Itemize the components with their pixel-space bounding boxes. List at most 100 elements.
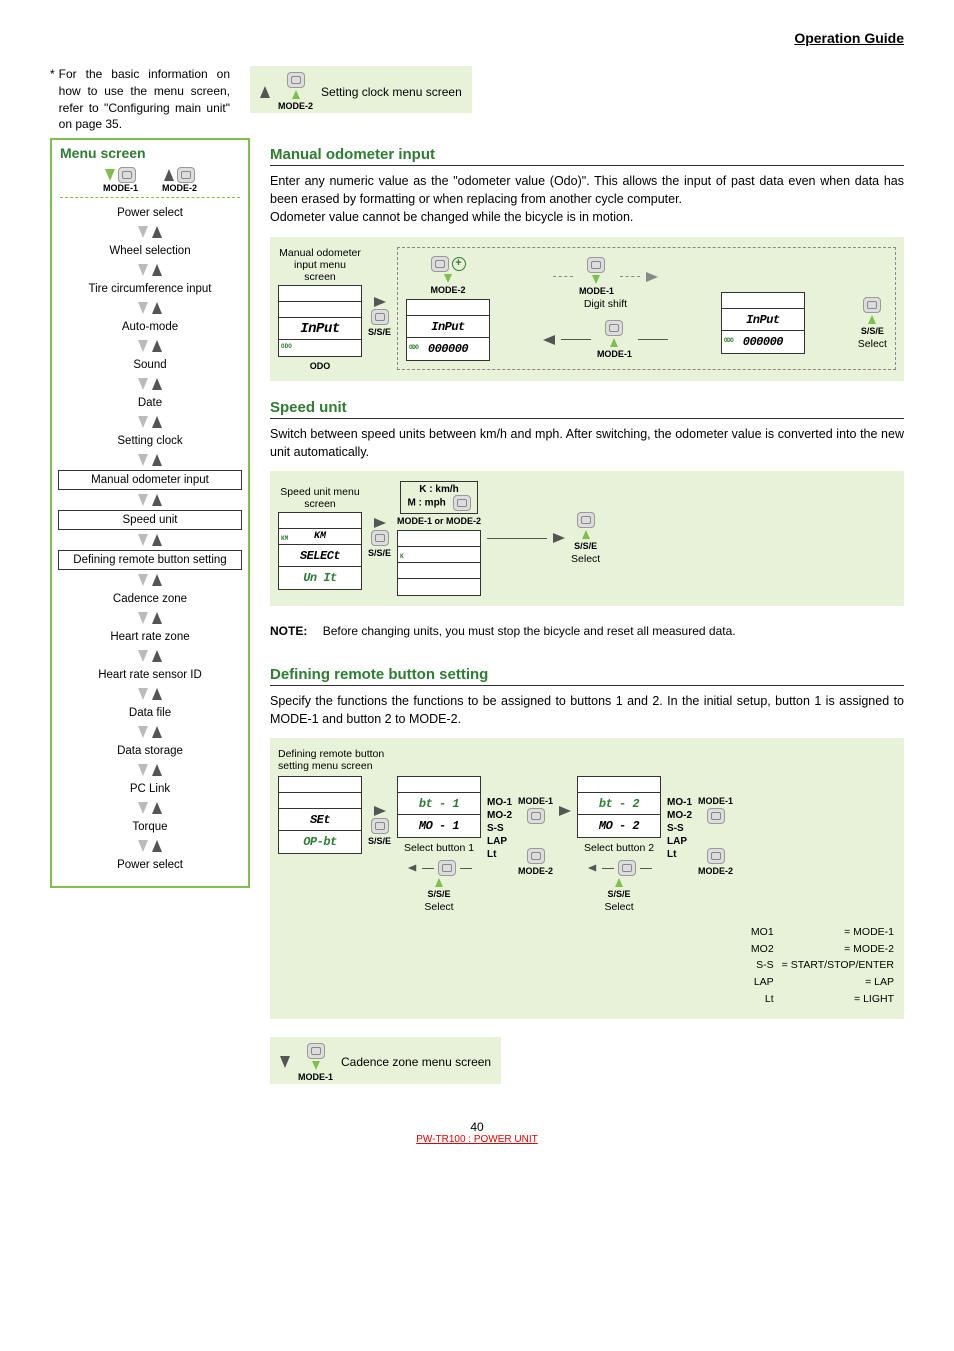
- arrow-right-icon: [646, 272, 658, 282]
- legend-key: Lt: [751, 992, 780, 1007]
- legend-key: S-S: [751, 958, 780, 973]
- sidebar-item: PC Link: [58, 780, 242, 798]
- mode12-label: MODE-1 or MODE-2: [397, 516, 481, 526]
- sse-label: S/S/E: [368, 548, 391, 558]
- nav-arrows: [56, 840, 244, 852]
- button-icon: [118, 167, 136, 183]
- lcd-screen: SEt OP-bt: [278, 776, 362, 854]
- sse-label: S/S/E: [428, 889, 451, 899]
- asterisk: *: [50, 66, 55, 133]
- button-icon: [863, 297, 881, 313]
- button-icon: [605, 320, 623, 336]
- arrow-left-icon: [543, 335, 555, 345]
- arrow-right-icon: [559, 806, 571, 816]
- kmh-label: K : km/h: [419, 484, 458, 495]
- mode1-label: MODE-1: [597, 349, 632, 359]
- remote-menu-label: Defining remote button setting menu scre…: [278, 748, 398, 772]
- lcd-text: bt - 1: [419, 797, 459, 811]
- legend-val: = MODE-1: [782, 925, 894, 940]
- legend-val: = MODE-2: [782, 942, 894, 957]
- nav-arrows: [56, 802, 244, 814]
- nav-arrows: [56, 340, 244, 352]
- note-label: NOTE:: [270, 624, 307, 638]
- sidebar-item: Power select: [58, 856, 242, 874]
- basic-note-text: For the basic information on how to use …: [59, 66, 230, 133]
- odo-label: ODO: [278, 361, 362, 371]
- options-list-2: MO-1 MO-2 S-S LAP Lt: [667, 796, 692, 861]
- sse-label: S/S/E: [861, 326, 884, 336]
- sidebar-item: Power select: [58, 204, 242, 222]
- lcd-text: SELECt: [300, 549, 340, 563]
- button-icon: [587, 257, 605, 273]
- arrow-down-icon: [592, 275, 600, 284]
- lcd-screen: K: [397, 530, 481, 596]
- button-icon: [307, 1043, 325, 1059]
- lcd-text: KM: [314, 531, 326, 542]
- button-icon: [287, 72, 305, 88]
- nav-arrows: [56, 534, 244, 546]
- legend-val: = LIGHT: [782, 992, 894, 1007]
- sidebar-item: Setting clock: [58, 432, 242, 450]
- lcd-text: bt - 2: [599, 797, 639, 811]
- section-title-speed: Speed unit: [270, 399, 904, 419]
- mode1-label: MODE-1: [103, 183, 138, 193]
- option: MO-1: [667, 796, 692, 809]
- odo-diagram: Manual odometer input menu screen InPut …: [270, 237, 904, 381]
- header-title: Operation Guide: [50, 30, 904, 46]
- nav-arrows: [56, 454, 244, 466]
- arrow-up-icon: [615, 878, 623, 887]
- option: MO-2: [487, 809, 512, 822]
- mode1-label: MODE-1: [698, 796, 733, 806]
- button-icon: [527, 808, 545, 824]
- digit-shift-label: Digit shift: [543, 298, 668, 310]
- main-content: Manual odometer input Enter any numeric …: [270, 138, 904, 1089]
- mode1-label: MODE-1: [298, 1072, 333, 1082]
- arrow-up-icon: [868, 315, 876, 324]
- arrow-right-icon: [374, 518, 386, 528]
- page-footer: 40 PW-TR100 : POWER UNIT: [50, 1120, 904, 1145]
- select-label: Select: [571, 553, 600, 565]
- section-title-odo: Manual odometer input: [270, 146, 904, 166]
- sidebar-title: Menu screen: [56, 145, 244, 161]
- nav-arrows: [56, 302, 244, 314]
- menu-screen-sidebar: Menu screen MODE-1 MODE-2 Power selectWh…: [50, 138, 250, 888]
- button-icon: [177, 167, 195, 183]
- lcd-screen: KMKM SELECt Un It: [278, 512, 362, 590]
- lcd-screen: InPut ODO000000: [406, 299, 490, 361]
- cadence-zone-nav: MODE-1 Cadence zone menu screen: [270, 1037, 501, 1084]
- select-label: Select: [604, 901, 633, 913]
- legend-table: MO1= MODE-1 MO2= MODE-2 S-S= START/STOP/…: [749, 923, 896, 1008]
- speed-menu-label: Speed unit menu screen: [278, 486, 362, 510]
- sidebar-item: Date: [58, 394, 242, 412]
- mode2-label: MODE-2: [518, 866, 553, 876]
- nav-arrows: [56, 726, 244, 738]
- nav-arrows: [56, 612, 244, 624]
- sidebar-item: Data storage: [58, 742, 242, 760]
- nav-arrows: [56, 764, 244, 776]
- sidebar-item: Heart rate zone: [58, 628, 242, 646]
- speed-body: Switch between speed units between km/h …: [270, 425, 904, 461]
- arrow-left-icon: [588, 865, 596, 872]
- legend-val: = START/STOP/ENTER: [782, 958, 894, 973]
- remote-body: Specify the functions the functions to b…: [270, 692, 904, 728]
- button-icon: [431, 256, 449, 272]
- arrow-left-icon: [408, 865, 416, 872]
- sidebar-item: Torque: [58, 818, 242, 836]
- lcd-text: MO - 1: [419, 819, 459, 833]
- sidebar-item: Tire circumference input: [58, 280, 242, 298]
- nav-arrows: [56, 650, 244, 662]
- button-icon: [453, 495, 471, 511]
- options-list-1: MO-1 MO-2 S-S LAP Lt: [487, 796, 512, 861]
- lcd-screen: bt - 1 MO - 1: [397, 776, 481, 838]
- nav-arrows: [56, 264, 244, 276]
- divider: [60, 197, 240, 198]
- legend-key: MO1: [751, 925, 780, 940]
- nav-arrows: [56, 226, 244, 238]
- basic-info-note: * For the basic information on how to us…: [50, 66, 230, 133]
- page-number: 40: [50, 1120, 904, 1134]
- button-icon: [618, 860, 636, 876]
- arrow-up-icon: [582, 530, 590, 539]
- sse-label: S/S/E: [368, 836, 391, 846]
- arrow-right-icon: [374, 806, 386, 816]
- button-icon: [371, 309, 389, 325]
